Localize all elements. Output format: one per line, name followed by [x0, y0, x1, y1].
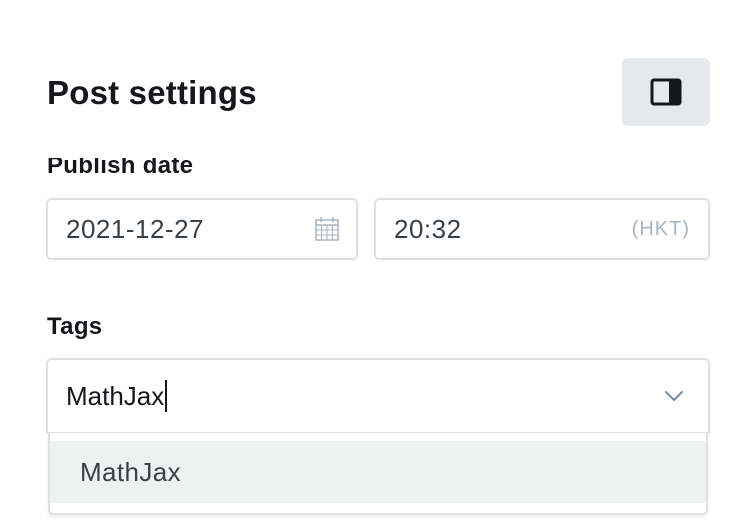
calendar-icon[interactable] [314, 216, 340, 242]
panel-title: Post settings [47, 74, 257, 111]
publish-time-field[interactable]: 20:32 (HKT) [374, 198, 710, 260]
post-settings-panel: Post settings Publish date 2021-12-27 20… [0, 0, 750, 528]
timezone-label: (HKT) [631, 217, 690, 240]
publish-date-value: 2021-12-27 [66, 213, 204, 244]
publish-date-field[interactable]: 2021-12-27 [46, 198, 358, 260]
tag-option-mathjax[interactable]: MathJax [50, 441, 706, 503]
tags-label: Tags [47, 313, 103, 340]
tags-input-value: MathJax [66, 380, 165, 411]
text-caret [165, 380, 168, 412]
chevron-down-icon[interactable] [662, 384, 686, 408]
sidebar-toggle-icon [650, 78, 682, 106]
sidebar-toggle-button[interactable] [622, 58, 710, 126]
tag-option-label: MathJax [80, 456, 182, 487]
tags-dropdown: MathJax [48, 433, 708, 515]
publish-time-value: 20:32 [394, 213, 462, 244]
tags-input-text: MathJax [48, 380, 168, 412]
tags-input[interactable]: MathJax [46, 358, 710, 434]
scroll-clip [0, 128, 750, 158]
